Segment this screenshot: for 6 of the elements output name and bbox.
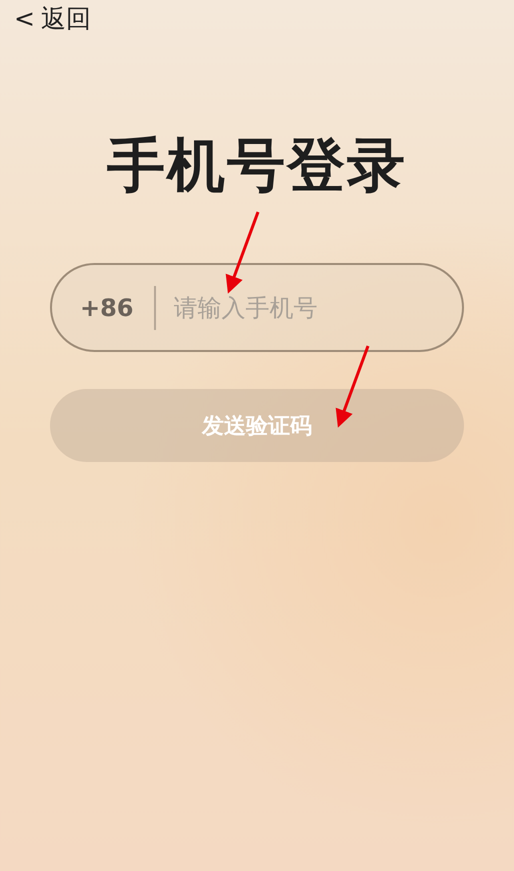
country-code: +86	[80, 294, 134, 322]
phone-input-field[interactable]: +86 请输入手机号	[50, 263, 464, 352]
back-link[interactable]: < 返回	[14, 2, 91, 35]
page-title: 手机号登录	[107, 130, 407, 201]
phone-number-input[interactable]: 请输入手机号	[174, 294, 462, 322]
back-icon: <	[14, 4, 35, 33]
